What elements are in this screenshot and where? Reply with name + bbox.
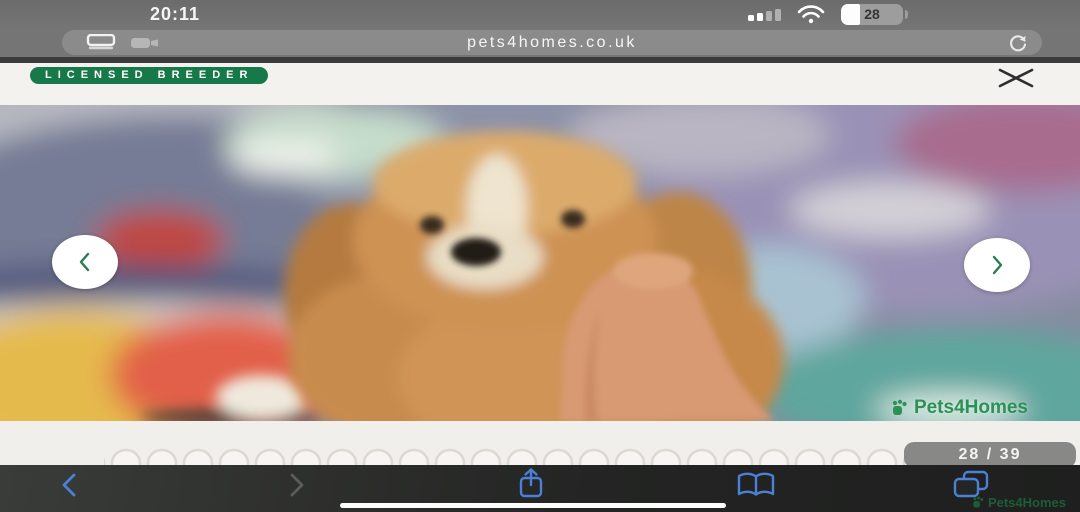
next-photo-button[interactable]	[964, 238, 1030, 292]
wifi-icon	[796, 4, 826, 24]
forward-button[interactable]	[284, 471, 310, 502]
bookmarks-icon	[736, 472, 776, 498]
back-icon	[56, 471, 82, 499]
back-button[interactable]	[56, 471, 82, 502]
safari-address-row: pets4homes.co.uk	[0, 28, 1080, 57]
battery-icon: 28	[841, 4, 903, 25]
video-camera-icon	[130, 35, 160, 51]
clock: 20:11	[150, 4, 260, 25]
reload-button[interactable]	[1008, 33, 1028, 53]
paw-icon	[972, 496, 985, 509]
battery-tip	[905, 10, 908, 19]
photo-viewer: Pets4Homes	[0, 105, 1080, 421]
iphone-safari-screen: 20:11 28	[0, 0, 1080, 512]
forward-icon	[284, 471, 310, 499]
watermark-text: Pets4Homes	[914, 397, 1028, 419]
footer-logo-text: Pets4Homes	[988, 495, 1066, 510]
close-icon	[996, 65, 1036, 91]
share-icon	[516, 467, 546, 501]
puppy-photo	[0, 105, 1080, 421]
status-bar: 20:11 28	[0, 0, 1080, 28]
previous-photo-button[interactable]	[52, 235, 118, 289]
browser-window-icon	[86, 34, 116, 52]
lightbox-header: LICENSED BREEDER	[0, 63, 1080, 105]
home-indicator[interactable]	[340, 503, 726, 508]
status-icons: 28	[748, 3, 978, 25]
share-button[interactable]	[516, 467, 546, 504]
photo-counter: 28 / 39	[959, 446, 1022, 464]
pets4homes-logo: Pets4Homes	[972, 495, 1066, 510]
cellular-signal-icon	[748, 8, 781, 21]
photo-watermark: Pets4Homes	[891, 397, 1028, 419]
close-button[interactable]	[996, 65, 1036, 91]
url-text: pets4homes.co.uk	[62, 34, 1042, 52]
paw-icon	[891, 399, 909, 417]
battery-percent: 28	[864, 6, 880, 22]
address-left-icons	[86, 34, 160, 52]
address-field[interactable]: pets4homes.co.uk	[62, 30, 1042, 55]
chevron-right-icon	[986, 254, 1008, 276]
bookmarks-button[interactable]	[736, 472, 776, 501]
chevron-left-icon	[74, 251, 96, 273]
safari-toolbar: Pets4Homes	[0, 465, 1080, 512]
licensed-breeder-badge: LICENSED BREEDER	[30, 67, 268, 84]
thumbnail-strip[interactable]: 28 / 39	[0, 421, 1080, 465]
battery-fill	[841, 4, 860, 25]
